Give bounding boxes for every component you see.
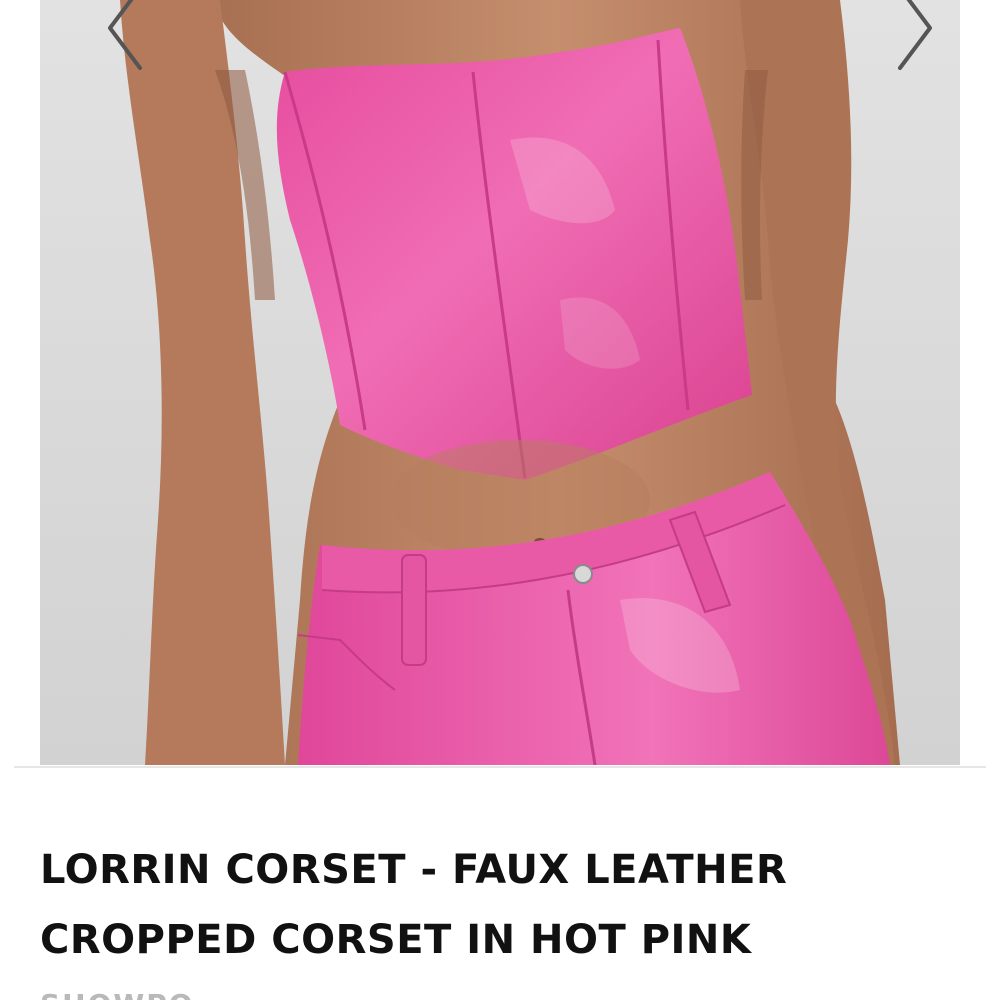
chevron-left-icon (108, 0, 142, 70)
previous-image-button[interactable] (95, 0, 155, 78)
product-image (120, 0, 900, 765)
chevron-right-icon (898, 0, 932, 70)
brand-name[interactable]: SHOWPO (40, 985, 195, 1000)
product-page: LORRIN CORSET - FAUX LEATHER CROPPED COR… (0, 0, 1000, 1000)
next-image-button[interactable] (885, 0, 945, 78)
product-image-carousel[interactable] (40, 0, 960, 765)
product-title: LORRIN CORSET - FAUX LEATHER CROPPED COR… (40, 847, 788, 963)
section-divider (14, 766, 986, 768)
